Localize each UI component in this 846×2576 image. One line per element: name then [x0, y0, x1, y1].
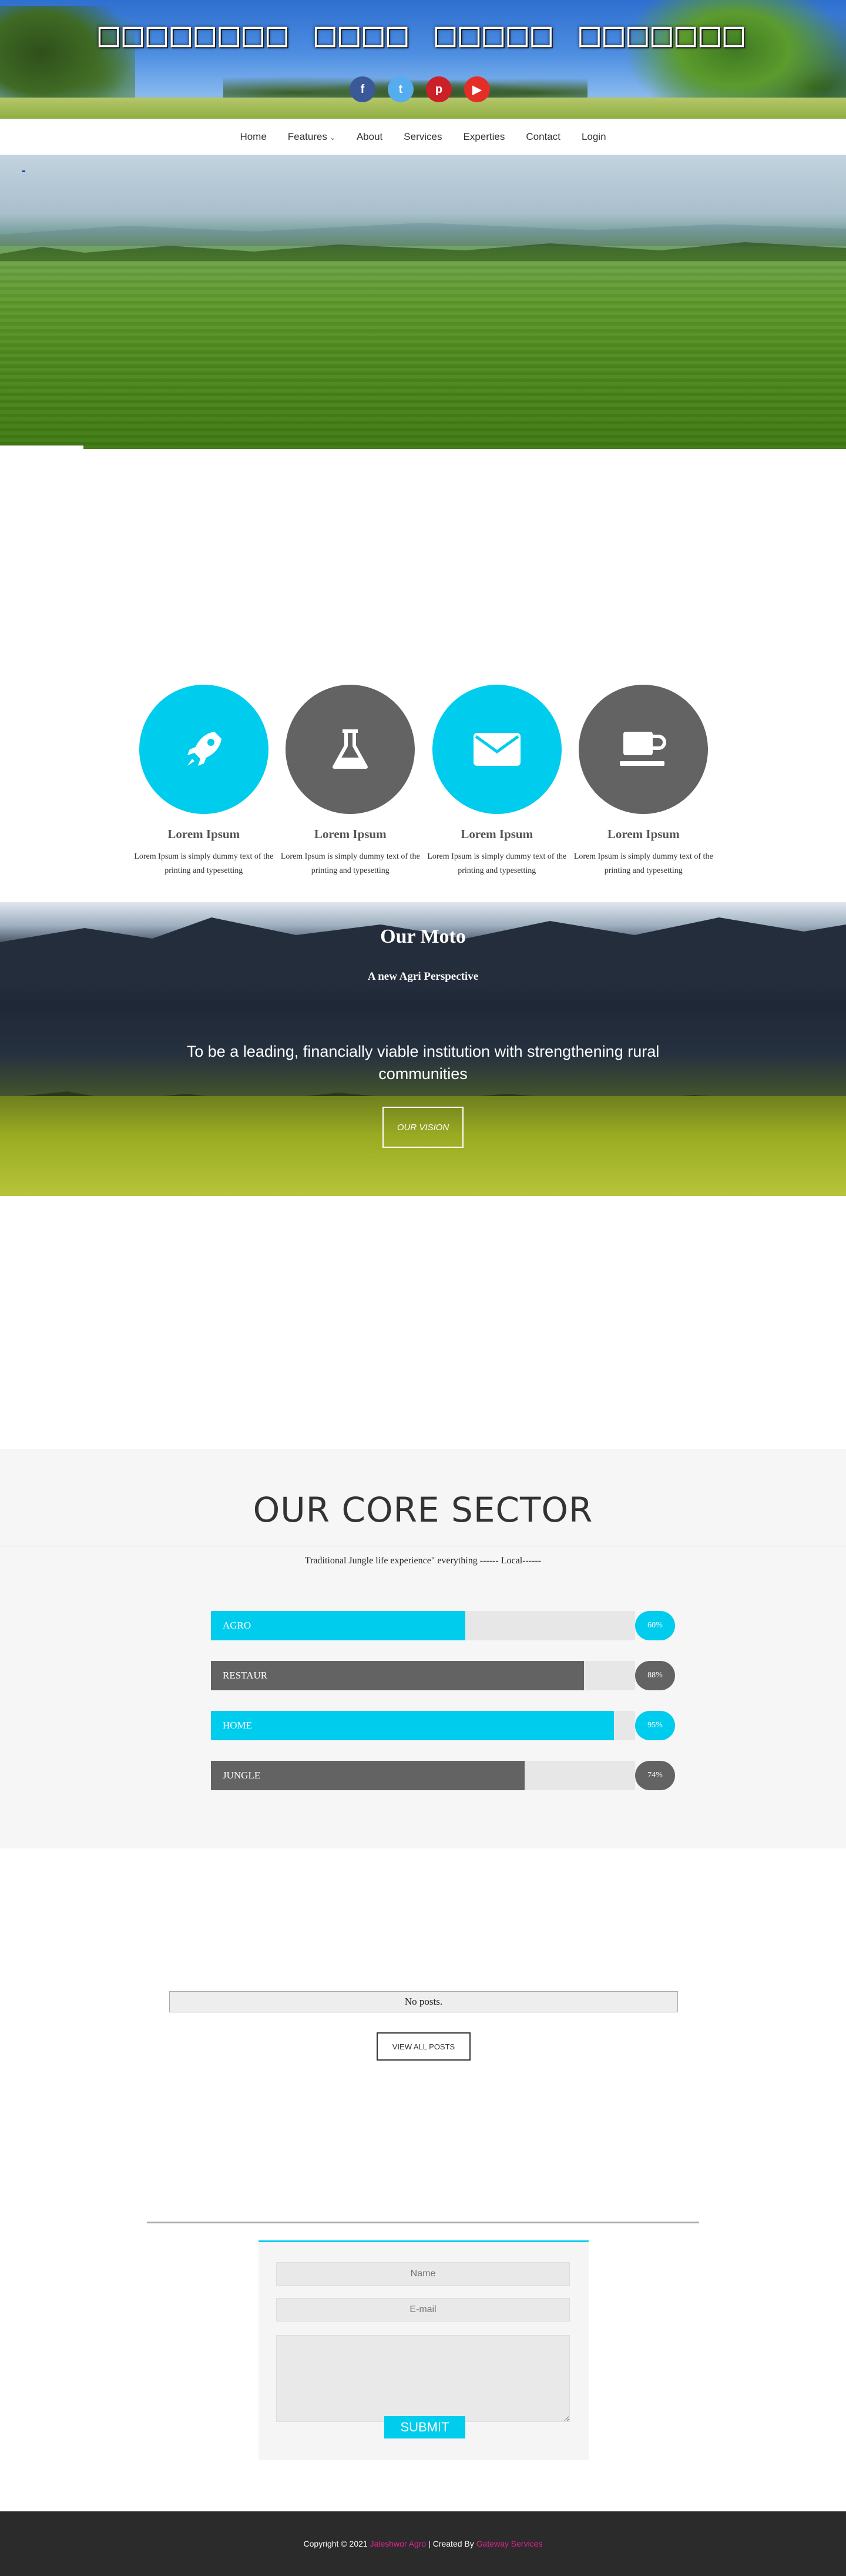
coffee-icon — [620, 732, 667, 766]
email-field[interactable] — [276, 2298, 570, 2322]
feature-card: Lorem Ipsum Lorem Ipsum is simply dummy … — [570, 685, 717, 885]
message-field[interactable] — [276, 2335, 570, 2422]
envelope-icon — [473, 733, 521, 766]
feature-text: Lorem Ipsum is simply dummy text of the … — [134, 852, 274, 875]
nav-experties[interactable]: Experties — [452, 131, 515, 143]
feature-text: Lorem Ipsum is simply dummy text of the … — [280, 852, 420, 875]
pinterest-icon[interactable]: p — [426, 76, 452, 102]
main-nav: Home Features ⌄ About Services Experties… — [0, 119, 846, 155]
moto-subtitle: A new Agri Perspective — [367, 970, 479, 983]
skill-bar-home: HOME 95% — [211, 1711, 675, 1740]
rocket-icon — [187, 732, 221, 766]
footer-separator: | Created By — [428, 2539, 474, 2548]
feature-circle[interactable] — [579, 685, 709, 814]
name-field[interactable] — [276, 2262, 570, 2286]
skill-fill: HOME — [211, 1711, 614, 1740]
facebook-icon[interactable]: f — [350, 76, 375, 102]
feature-card: Lorem Ipsum Lorem Ipsum is simply dummy … — [424, 685, 570, 885]
banner-hills — [0, 223, 846, 246]
skill-percent-badge: 88% — [635, 1661, 675, 1690]
feature-text: Lorem Ipsum is simply dummy text of the … — [427, 852, 567, 875]
nav-about[interactable]: About — [346, 131, 393, 143]
banner-dot — [22, 170, 25, 172]
social-links: f t p ▶ — [350, 76, 496, 103]
our-vision-button[interactable]: OUR VISION — [382, 1107, 464, 1148]
feature-title: Lorem Ipsum — [461, 827, 533, 841]
feature-card: Lorem Ipsum Lorem Ipsum is simply dummy … — [277, 685, 424, 885]
feature-title: Lorem Ipsum — [167, 827, 240, 841]
footer-copyright: Copyright © 2021 — [303, 2539, 368, 2548]
nav-contact[interactable]: Contact — [515, 131, 571, 143]
nav-login[interactable]: Login — [571, 131, 617, 143]
feature-circle[interactable] — [139, 685, 268, 814]
skill-fill: JUNGLE — [211, 1761, 525, 1790]
moto-title: Our Moto — [380, 926, 466, 947]
core-sector-title: OUR CORE SECTOR — [253, 1490, 593, 1530]
no-posts-message: No posts. — [169, 1991, 678, 2012]
skill-bar-agro: AGRO 60% — [211, 1611, 675, 1640]
hero-banner-image — [0, 155, 846, 449]
skill-bar-restaur: RESTAUR 88% — [211, 1661, 675, 1690]
moto-statement: To be a leading, financially viable inst… — [186, 1043, 660, 1083]
section-divider — [147, 2222, 699, 2223]
banner-field — [0, 261, 846, 449]
feature-text: Lorem Ipsum is simply dummy text of the … — [573, 852, 713, 875]
feature-title: Lorem Ipsum — [607, 827, 680, 841]
banner-strip — [0, 445, 83, 449]
core-sector-subtitle: Traditional Jungle life experience" ever… — [304, 1556, 542, 1566]
skill-percent-badge: 60% — [635, 1611, 675, 1640]
footer: Copyright © 2021 Jaleshwor Agro | Create… — [0, 2511, 846, 2576]
feature-circle[interactable] — [286, 685, 415, 814]
core-sector-section: OUR CORE SECTOR Traditional Jungle life … — [0, 1449, 846, 1848]
feature-circle[interactable] — [432, 685, 562, 814]
skill-bar-jungle: JUNGLE 74% — [211, 1761, 675, 1790]
submit-button[interactable]: SUBMIT — [384, 2416, 465, 2438]
skill-percent-badge: 95% — [635, 1711, 675, 1740]
nav-services[interactable]: Services — [393, 131, 452, 143]
skill-percent-badge: 74% — [635, 1761, 675, 1790]
view-all-posts-button[interactable]: VIEW ALL POSTS — [377, 2032, 471, 2061]
footer-creator-link[interactable]: Gateway Services — [476, 2539, 543, 2548]
header-hero: □□□□□□□□ □□□□ □□□□□ □□□□□□□ f t p ▶ — [0, 0, 846, 119]
nav-features[interactable]: Features ⌄ — [277, 131, 346, 143]
contact-form: SUBMIT — [258, 2240, 589, 2460]
footer-brand-link[interactable]: Jaleshwor Agro — [370, 2539, 427, 2548]
nav-features-label: Features — [287, 130, 327, 142]
site-title[interactable]: □□□□□□□□ □□□□ □□□□□ □□□□□□□ — [0, 14, 846, 54]
youtube-icon[interactable]: ▶ — [464, 76, 490, 102]
feature-title: Lorem Ipsum — [314, 827, 387, 841]
feature-card: Lorem Ipsum Lorem Ipsum is simply dummy … — [130, 685, 277, 885]
features-row: Lorem Ipsum Lorem Ipsum is simply dummy … — [130, 685, 717, 885]
skill-fill: AGRO — [211, 1611, 465, 1640]
nav-home[interactable]: Home — [229, 131, 277, 143]
twitter-icon[interactable]: t — [388, 76, 414, 102]
flask-icon — [333, 729, 368, 769]
moto-section: Our Moto A new Agri Perspective To be a … — [0, 902, 846, 1196]
chevron-down-icon: ⌄ — [330, 134, 335, 142]
skill-fill: RESTAUR — [211, 1661, 584, 1690]
